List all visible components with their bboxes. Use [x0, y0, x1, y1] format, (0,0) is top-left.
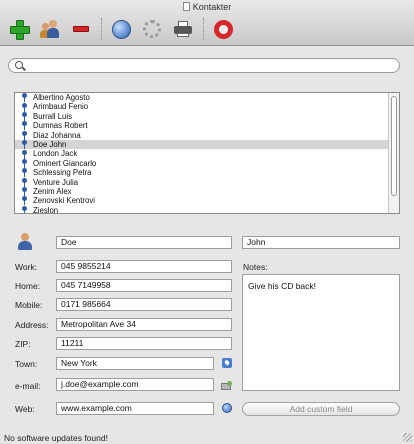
contact-avatar-icon: [16, 232, 34, 250]
contact-name: Zenovski Kentrovi: [33, 196, 95, 206]
notes-label: Notes:: [243, 262, 268, 272]
mobile-phone-field[interactable]: 0171 985664: [56, 298, 232, 311]
sync-button[interactable]: [108, 16, 134, 42]
address-field[interactable]: Metropolitan Ave 34: [56, 318, 232, 331]
printer-icon: [174, 21, 192, 37]
settings-button[interactable]: [139, 16, 165, 42]
contact-name: Diaz Johanna: [33, 130, 81, 140]
contact-row[interactable]: Dumnas Robert: [15, 121, 399, 131]
contact-icon: [21, 121, 28, 131]
search-field[interactable]: [8, 58, 400, 73]
contact-icon: [21, 130, 28, 140]
contact-row[interactable]: Arimbaud Fenio: [15, 102, 399, 112]
zip-label: ZIP:: [15, 339, 31, 349]
web-field[interactable]: www.example.com: [56, 402, 214, 415]
email-field[interactable]: j.doe@example.com: [56, 378, 214, 391]
status-text: No software updates found!: [4, 433, 108, 443]
contact-row[interactable]: Schlessing Petra: [15, 168, 399, 178]
contact-row[interactable]: Albertino Agosto: [15, 93, 399, 103]
contact-name: Doe John: [33, 139, 67, 149]
last-name-field[interactable]: Doe: [56, 236, 232, 249]
list-scrollbar[interactable]: [388, 93, 399, 213]
contact-name: Venture Julia: [33, 177, 79, 187]
mobile-label: Mobile:: [15, 300, 43, 310]
toolbar-separator: [101, 18, 102, 40]
resize-grip[interactable]: [403, 433, 412, 442]
contact-icon: [21, 111, 28, 121]
work-label: Work:: [15, 262, 38, 272]
contacts-list-rows: Albertino Agosto Arimbaud Fenio Burrall Lu…: [15, 93, 399, 214]
window-title-text: Kontakter: [192, 2, 232, 12]
contact-row[interactable]: London Jack: [15, 149, 399, 159]
lifering-icon: [213, 19, 233, 39]
contacts-window: Kontakter Albertino Agosto Arimbaud Fenio…: [0, 0, 414, 444]
globe-icon: [111, 19, 131, 39]
add-custom-field-button[interactable]: Add custom field: [242, 402, 400, 416]
window-title: Kontakter: [0, 2, 414, 12]
contact-row[interactable]: Doe John: [15, 139, 399, 150]
contact-icon: [21, 177, 28, 187]
contact-row[interactable]: Venture Julia: [15, 178, 399, 187]
search-icon: [15, 61, 23, 69]
town-label: Town:: [15, 359, 38, 369]
home-phone-field[interactable]: 045 7149958: [56, 279, 232, 292]
contact-icon: [21, 196, 28, 206]
email-label: e-mail:: [15, 381, 41, 391]
contact-name: Zenim Alex: [33, 186, 72, 196]
plus-icon: [10, 20, 30, 40]
search-input[interactable]: [27, 60, 387, 71]
contact-name: Zieslon: [33, 205, 59, 214]
contact-row[interactable]: Zenim Alex: [15, 186, 399, 197]
send-mail-icon[interactable]: [221, 381, 233, 390]
contact-icon: [21, 102, 28, 112]
scrollbar-thumb[interactable]: [391, 96, 397, 196]
toolbar: [6, 15, 241, 43]
map-icon[interactable]: [222, 358, 232, 368]
work-phone-field[interactable]: 045 9855214: [56, 260, 232, 273]
contact-groups-button[interactable]: [37, 16, 63, 42]
toolbar-separator: [203, 18, 204, 40]
notes-field[interactable]: Give his CD back!: [242, 274, 400, 391]
contact-row[interactable]: Ominert Giancarlo: [15, 159, 399, 168]
titlebar-toolbar: Kontakter: [0, 0, 414, 46]
contacts-list[interactable]: Albertino Agosto Arimbaud Fenio Burrall Lu…: [14, 92, 400, 214]
print-button[interactable]: [170, 16, 196, 42]
home-label: Home:: [15, 281, 41, 291]
remove-contact-button[interactable]: [68, 16, 94, 42]
contact-name: Albertino Agosto: [33, 93, 90, 102]
contact-name: Arimbaud Fenio: [33, 102, 89, 112]
contact-icon: [21, 93, 28, 103]
contact-name: Ominert Giancarlo: [33, 158, 97, 168]
help-button[interactable]: [210, 16, 236, 42]
web-label: Web:: [15, 404, 35, 414]
town-field[interactable]: New York: [56, 357, 214, 370]
contact-name: Burrall Luis: [33, 111, 72, 121]
contact-icon: [21, 149, 28, 159]
document-icon: [182, 2, 190, 11]
contact-name: London Jack: [33, 149, 78, 159]
contact-row[interactable]: Zieslon: [15, 205, 399, 214]
contact-row[interactable]: Diaz Johanna: [15, 131, 399, 140]
gear-icon: [143, 20, 161, 38]
address-label: Address:: [15, 320, 49, 330]
contact-row[interactable]: Zenovski Kentrovi: [15, 196, 399, 206]
contact-icon: [21, 187, 28, 197]
contact-name: Dumnas Robert: [33, 121, 88, 131]
people-icon: [40, 19, 60, 39]
contact-row[interactable]: Burrall Luis: [15, 112, 399, 121]
minus-icon: [73, 26, 89, 32]
zip-field[interactable]: 11211: [56, 337, 232, 350]
contact-name: Schlessing Petra: [33, 168, 92, 178]
contact-icon: [21, 168, 28, 178]
contact-icon: [21, 158, 28, 168]
first-name-field[interactable]: John: [242, 236, 400, 249]
contact-icon: [21, 205, 28, 213]
open-web-icon[interactable]: [222, 403, 232, 413]
contact-icon: [21, 140, 28, 150]
add-contact-button[interactable]: [6, 16, 32, 42]
